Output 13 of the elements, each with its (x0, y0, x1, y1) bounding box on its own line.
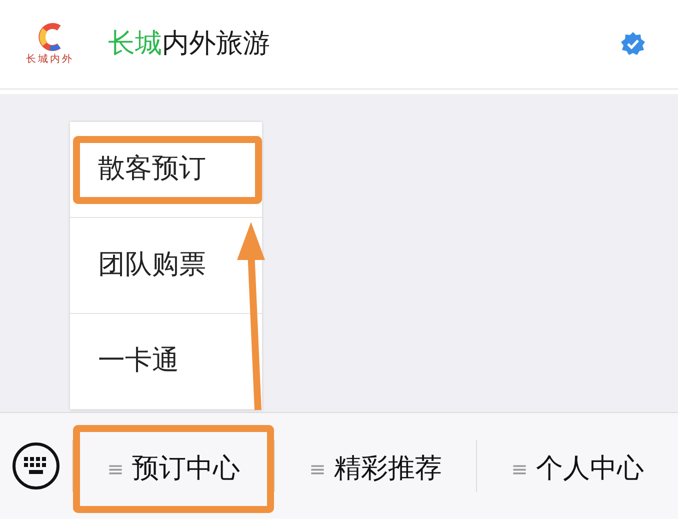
title-part: 内外旅游 (162, 28, 270, 59)
menu-icon: ≡ (309, 454, 326, 484)
keyboard-icon[interactable] (11, 441, 61, 491)
menu-item[interactable]: 一卡通 (73, 328, 262, 396)
menu-icon: ≡ (511, 454, 528, 484)
title-part: 长城 (108, 28, 162, 59)
menu-tab[interactable]: ≡ 个人中心 (477, 425, 678, 513)
menu-tab[interactable]: ≡ 精彩推荐 (275, 425, 476, 513)
menu-icon: ≡ (107, 454, 124, 484)
menu-item[interactable]: 散客预订 (73, 136, 262, 204)
menu-tab[interactable]: ≡ 预订中心 (73, 425, 274, 513)
menu-item[interactable]: 团队购票 (73, 232, 262, 300)
logo-text: 长城内外 (26, 52, 74, 66)
